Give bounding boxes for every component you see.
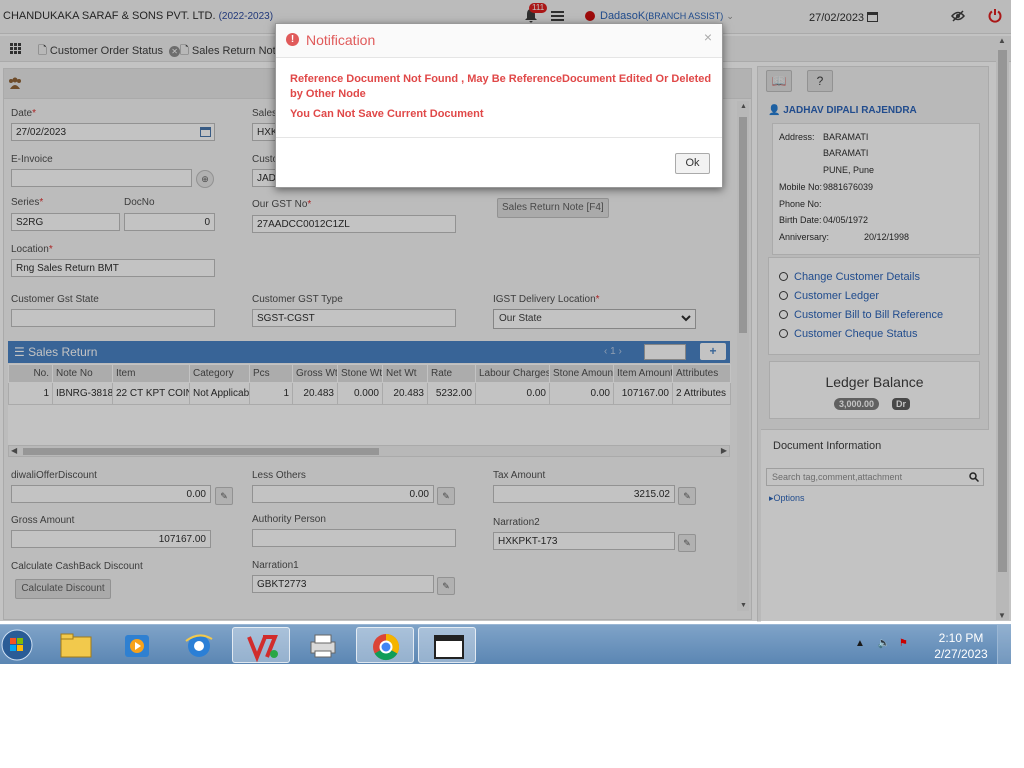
chrome-taskbar-button[interactable] xyxy=(356,627,414,663)
system-clock[interactable]: 2:10 PM 2/27/2023 xyxy=(930,630,992,662)
dialog-header: ! Notification × xyxy=(276,24,722,58)
printer-taskbar-button[interactable] xyxy=(294,627,352,663)
clock-time: 2:10 PM xyxy=(938,631,984,645)
internet-explorer-icon xyxy=(185,634,213,657)
erp-app-taskbar-button[interactable] xyxy=(232,627,290,663)
internet-explorer-taskbar-button[interactable] xyxy=(170,627,228,663)
media-player-taskbar-button[interactable] xyxy=(108,627,166,663)
notification-dialog: ! Notification × Reference Document Not … xyxy=(275,23,723,188)
windows-taskbar: ▲ 🔈 ⚑ 2:10 PM 2/27/2023 xyxy=(0,624,1011,664)
start-button-icon[interactable] xyxy=(0,627,34,663)
app-screen: CHANDUKAKA SARAF & SONS PVT. LTD. (2022-… xyxy=(0,0,1011,664)
show-desktop-button[interactable] xyxy=(997,625,1011,664)
media-player-icon xyxy=(125,635,149,657)
exclamation-icon: ! xyxy=(286,33,299,46)
dialog-divider xyxy=(276,137,722,138)
dialog-title: Notification xyxy=(306,32,376,48)
show-hidden-icons-icon[interactable]: ▲ xyxy=(855,638,865,649)
chrome-icon xyxy=(373,633,400,661)
ok-button[interactable]: Ok xyxy=(675,153,710,174)
volume-icon[interactable]: 🔈 xyxy=(878,638,890,649)
folder-icon xyxy=(60,633,92,658)
window-icon xyxy=(434,635,464,659)
explorer-taskbar-button[interactable] xyxy=(47,627,105,663)
dialog-message: Reference Document Not Found , May Be Re… xyxy=(290,73,712,100)
clock-date: 2/27/2023 xyxy=(934,647,988,661)
system-tray: ▲ 🔈 ⚑ xyxy=(855,638,908,649)
dialog-message-2: You Can Not Save Current Document xyxy=(290,108,484,120)
close-icon[interactable]: × xyxy=(704,29,712,45)
window-taskbar-button[interactable] xyxy=(418,627,476,663)
erp-app-icon xyxy=(247,635,278,663)
printer-icon xyxy=(310,634,336,658)
action-center-icon[interactable]: ⚑ xyxy=(899,638,908,649)
